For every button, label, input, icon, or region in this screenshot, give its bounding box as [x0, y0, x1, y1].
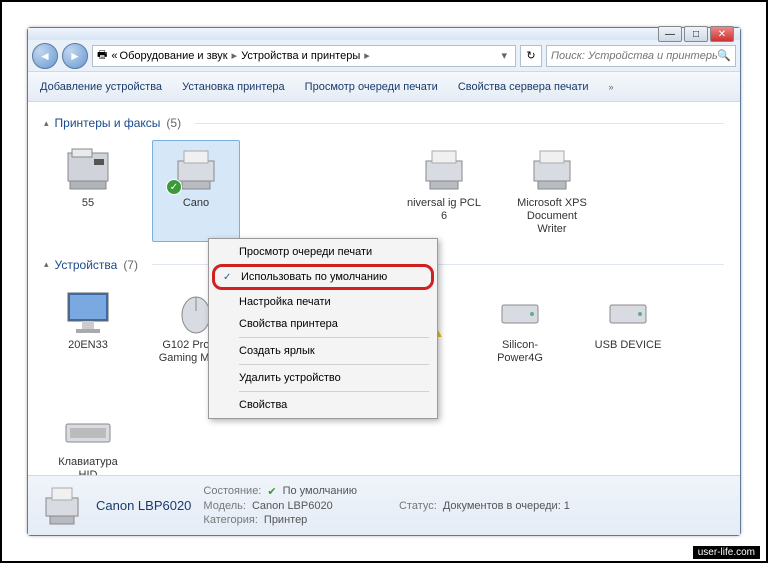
- state-value: По умолчанию: [283, 485, 357, 498]
- printer-item-selected[interactable]: ✓ Cano: [152, 140, 240, 242]
- content-area: ▴ Принтеры и факсы (5) 55 ✓ Cano: [28, 102, 740, 475]
- printer-item[interactable]: Microsoft XPS Document Writer: [508, 140, 596, 242]
- device-label: Microsoft XPS Document Writer: [513, 197, 591, 237]
- check-icon: ✓: [223, 272, 231, 283]
- section-count: (5): [166, 116, 181, 130]
- details-pane: Canon LBP6020 Состояние: ✔ По умолчанию …: [28, 475, 740, 535]
- details-col1: Canon LBP6020: [96, 498, 191, 513]
- menu-remove-device[interactable]: Удалить устройство: [211, 367, 435, 389]
- divider: [239, 337, 429, 338]
- collapse-icon: ▴: [44, 118, 49, 129]
- menu-view-queue[interactable]: Просмотр очереди печати: [211, 241, 435, 263]
- status-label: Статус:: [399, 500, 437, 512]
- explorer-window: — □ ✕ ◄ ► 🖶 « Оборудование и звук ▸ Устр…: [27, 27, 741, 536]
- install-printer-button[interactable]: Установка принтера: [182, 81, 285, 93]
- device-label: Клавиатура HID: [49, 456, 127, 475]
- server-properties-button[interactable]: Свойства сервера печати: [458, 81, 589, 93]
- device-item[interactable]: USB DEVICE: [584, 282, 672, 384]
- search-box[interactable]: 🔍: [546, 45, 736, 67]
- watermark: user-life.com: [693, 546, 760, 559]
- section-header-printers[interactable]: ▴ Принтеры и факсы (5): [44, 116, 724, 130]
- device-item[interactable]: 20EN33: [44, 282, 132, 384]
- divider: [239, 364, 429, 365]
- forward-button[interactable]: ►: [62, 43, 88, 69]
- chevron-right-icon[interactable]: »: [609, 82, 614, 92]
- close-button[interactable]: ✕: [710, 26, 734, 42]
- nav-bar: ◄ ► 🖶 « Оборудование и звук ▸ Устройства…: [28, 40, 740, 72]
- device-item[interactable]: Silicon-Power4G: [476, 282, 564, 384]
- model-label: Модель:: [203, 500, 246, 512]
- breadcrumb-chevron-icon: «: [111, 50, 117, 62]
- details-title: Canon LBP6020: [96, 498, 191, 513]
- maximize-button[interactable]: □: [684, 26, 708, 42]
- devices-icon: 🖶: [97, 46, 107, 65]
- search-input[interactable]: [551, 50, 717, 62]
- context-menu: Просмотр очереди печати ✓ Использовать п…: [208, 238, 438, 419]
- state-label: Состояние:: [203, 485, 261, 498]
- printer-item[interactable]: 55: [44, 140, 132, 242]
- device-label: 55: [82, 197, 94, 210]
- chevron-right-icon: ▸: [232, 49, 238, 62]
- menu-printer-properties[interactable]: Свойства принтера: [211, 313, 435, 335]
- device-label: niversal ig PCL 6: [405, 197, 483, 223]
- breadcrumb-item[interactable]: Оборудование и звук: [120, 50, 228, 62]
- device-label: USB DEVICE: [595, 339, 662, 352]
- section-title: Устройства: [55, 258, 118, 272]
- fax-icon: [60, 145, 116, 193]
- status-value: Документов в очереди: 1: [443, 500, 570, 512]
- monitor-icon: [60, 287, 116, 335]
- device-item[interactable]: Клавиатура HID: [44, 399, 132, 475]
- section-title: Принтеры и факсы: [55, 116, 161, 130]
- chevron-right-icon: ▸: [364, 49, 370, 62]
- refresh-button[interactable]: ↻: [520, 45, 542, 67]
- printers-grid: 55 ✓ Cano niversal ig PCL 6 Microsoft: [44, 140, 724, 242]
- default-check-icon: ✓: [166, 179, 182, 195]
- menu-properties[interactable]: Свойства: [211, 394, 435, 416]
- check-icon: ✔: [267, 485, 276, 498]
- device-label: 20EN33: [68, 339, 108, 352]
- toolbar: Добавление устройства Установка принтера…: [28, 72, 740, 102]
- collapse-icon: ▴: [44, 259, 49, 270]
- printer-icon: [524, 145, 580, 193]
- category-value: Принтер: [264, 514, 307, 526]
- category-label: Категория:: [203, 514, 257, 526]
- breadcrumb[interactable]: 🖶 « Оборудование и звук ▸ Устройства и п…: [92, 45, 516, 67]
- back-button[interactable]: ◄: [32, 43, 58, 69]
- menu-print-settings[interactable]: Настройка печати: [211, 291, 435, 313]
- model-value: Canon LBP6020: [252, 500, 333, 512]
- printer-icon: [416, 145, 472, 193]
- keyboard-icon: [60, 404, 116, 452]
- view-queue-button[interactable]: Просмотр очереди печати: [305, 81, 438, 93]
- divider: [239, 391, 429, 392]
- add-device-button[interactable]: Добавление устройства: [40, 81, 162, 93]
- divider: [195, 123, 724, 124]
- menu-create-shortcut[interactable]: Создать ярлык: [211, 340, 435, 362]
- titlebar: — □ ✕: [28, 28, 740, 40]
- menu-label: Использовать по умолчанию: [241, 271, 387, 283]
- printer-item[interactable]: niversal ig PCL 6: [400, 140, 488, 242]
- minimize-button[interactable]: —: [658, 26, 682, 42]
- breadcrumb-item[interactable]: Устройства и принтеры: [241, 50, 360, 62]
- drive-icon: [492, 287, 548, 335]
- drive-icon: [600, 287, 656, 335]
- printer-icon: ✓: [168, 145, 224, 193]
- search-icon: 🔍: [717, 49, 731, 62]
- device-label: Cano: [183, 197, 209, 210]
- section-count: (7): [123, 258, 138, 272]
- chevron-down-icon[interactable]: ▾: [497, 49, 511, 62]
- details-col2: Состояние: ✔ По умолчанию Модель: Canon …: [203, 485, 357, 526]
- details-col3: Статус: Документов в очереди: 1: [399, 500, 570, 512]
- device-label: Silicon-Power4G: [481, 339, 559, 365]
- menu-set-default[interactable]: ✓ Использовать по умолчанию: [212, 264, 434, 290]
- printer-icon: [40, 484, 84, 528]
